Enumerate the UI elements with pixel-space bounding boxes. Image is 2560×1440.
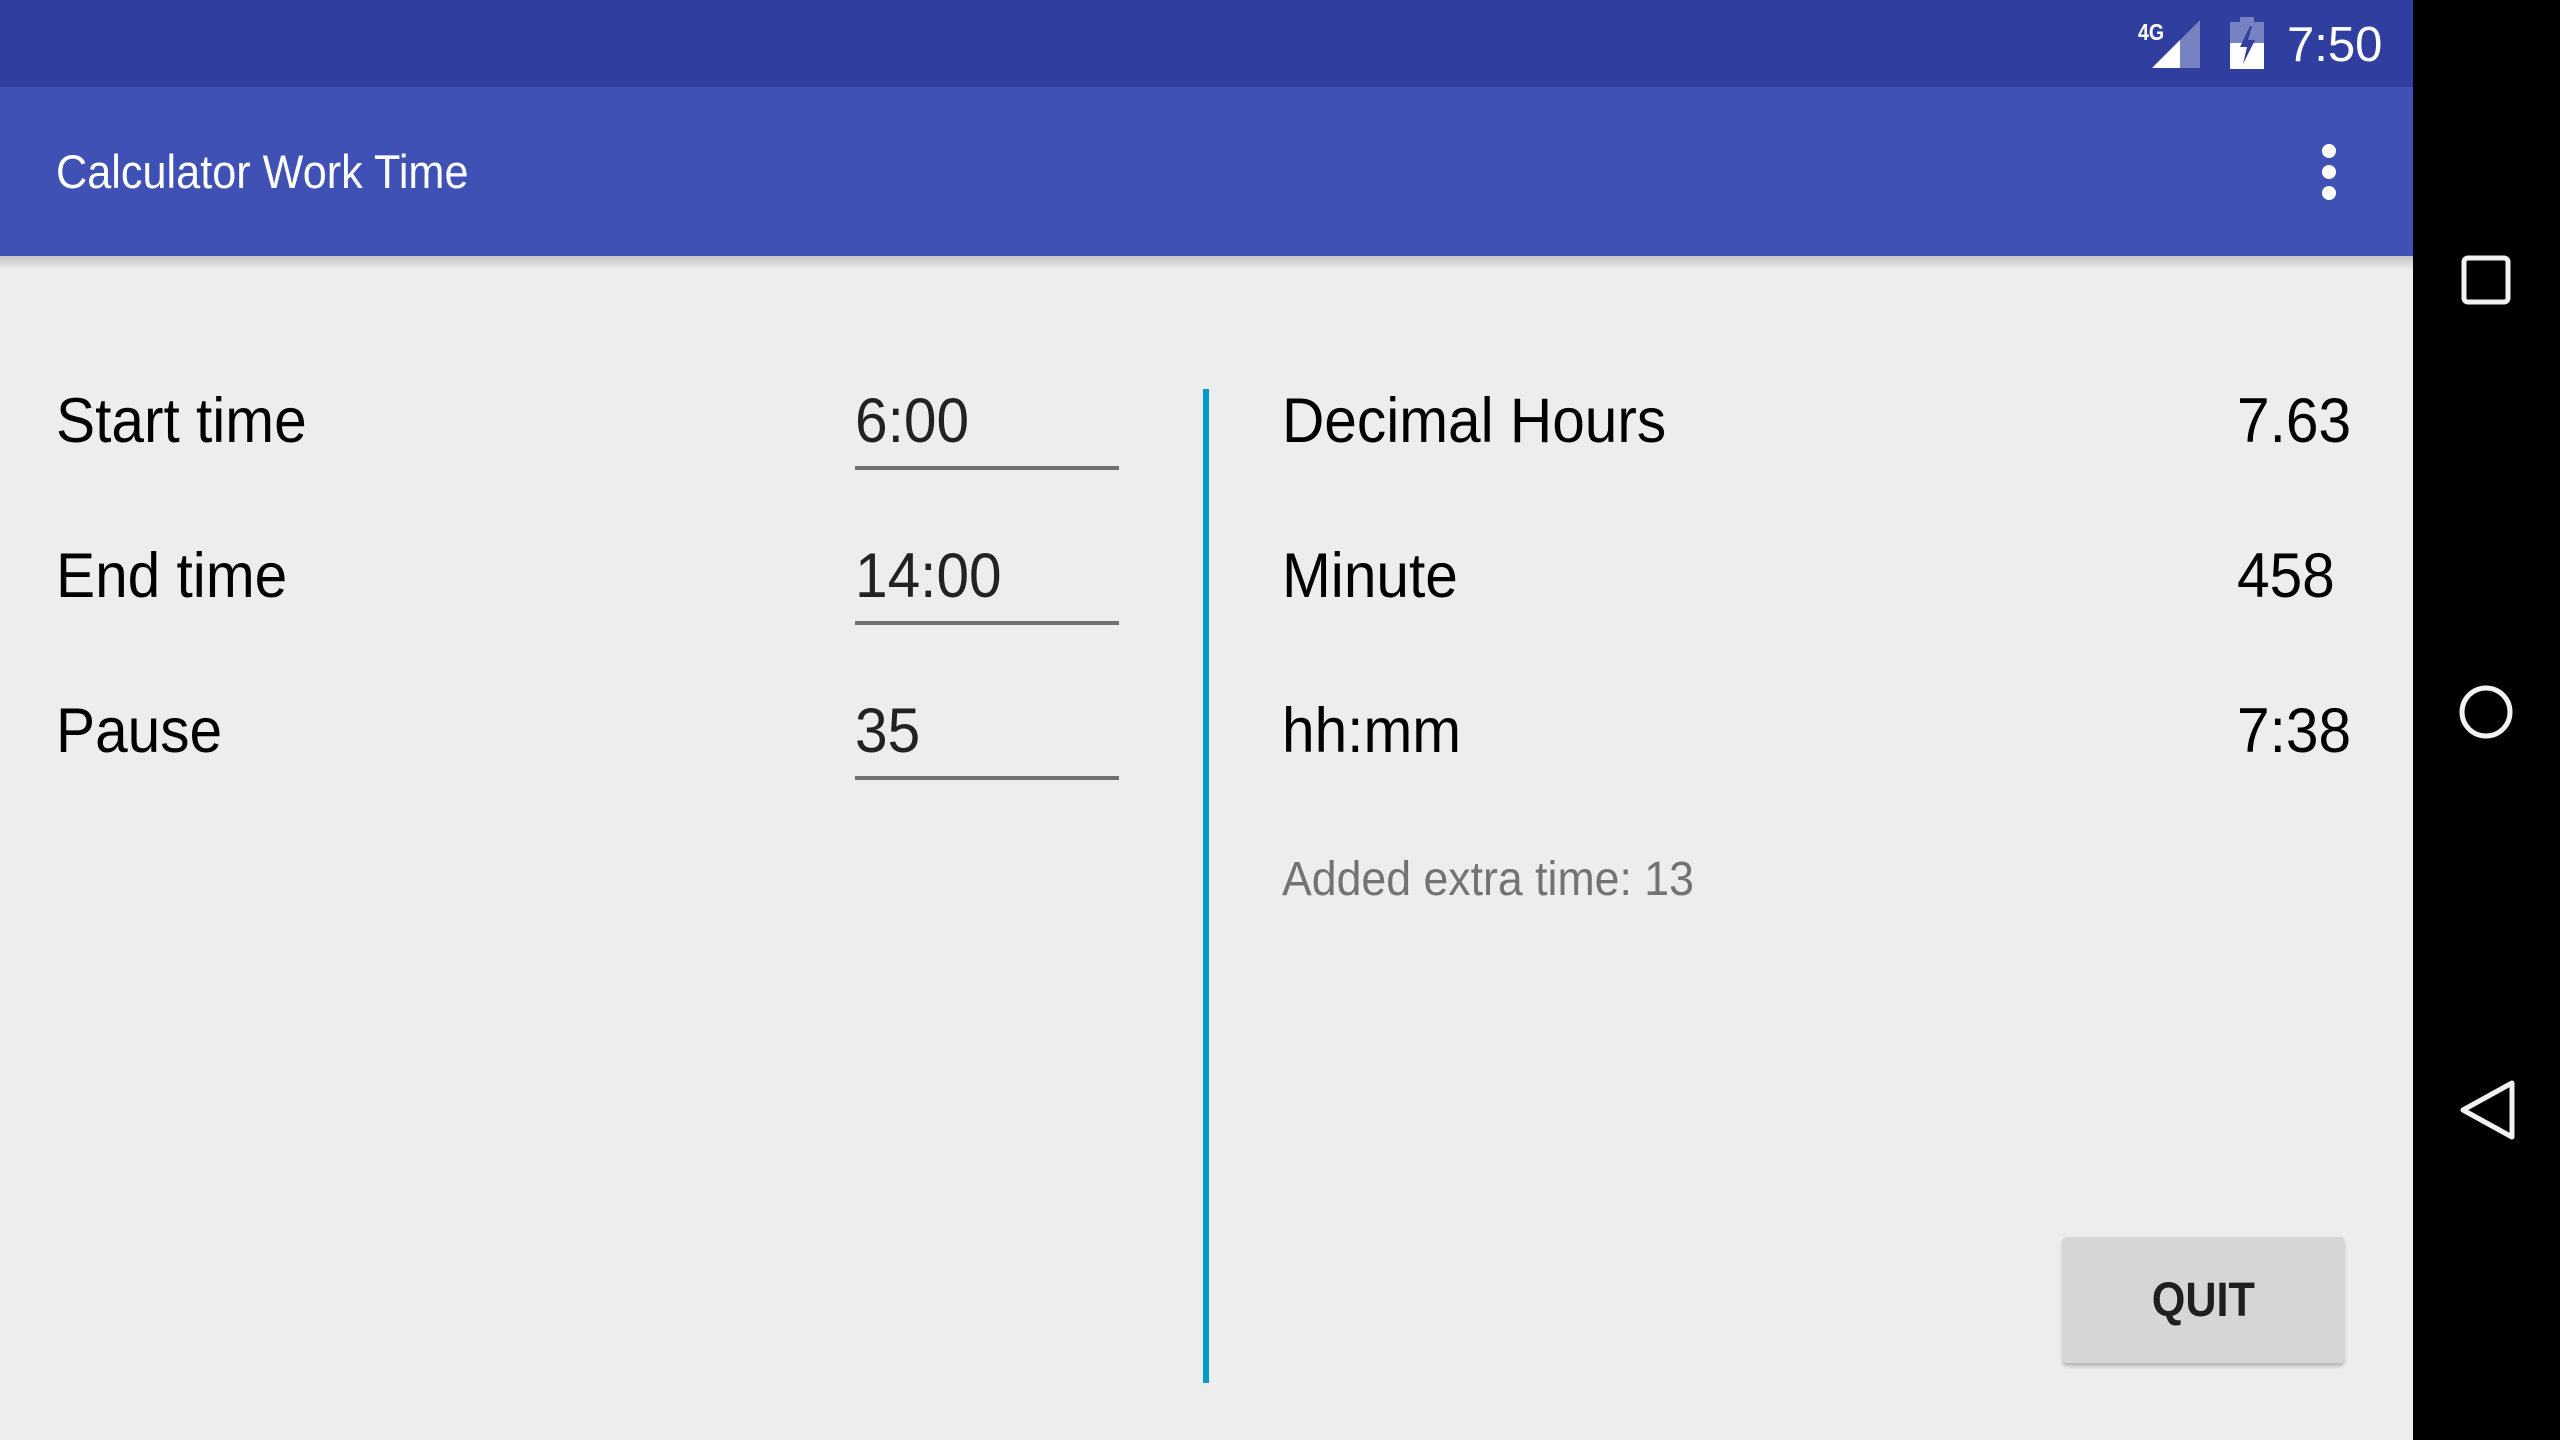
start-time-label: Start time xyxy=(56,386,307,456)
start-time-value[interactable]: 6:00 xyxy=(855,386,969,456)
back-icon[interactable] xyxy=(2456,1078,2518,1142)
quit-button[interactable]: QUIT xyxy=(2063,1237,2344,1363)
pause-underline xyxy=(855,776,1119,780)
clock: 7:50 xyxy=(2287,18,2383,72)
battery-charging-icon xyxy=(2230,17,2264,69)
end-time-label: End time xyxy=(56,541,288,611)
decimal-hours-value: 7.63 xyxy=(2237,386,2352,456)
vertical-divider xyxy=(1203,389,1209,1383)
start-time-input[interactable]: 6:00 xyxy=(855,386,1119,470)
quit-button-label: QUIT xyxy=(2151,1273,2256,1327)
hhmm-value: 7:38 xyxy=(2237,696,2352,766)
minute-value: 458 xyxy=(2237,541,2335,611)
pause-value[interactable]: 35 xyxy=(855,696,920,766)
hhmm-label: hh:mm xyxy=(1282,696,1462,766)
decimal-hours-label: Decimal Hours xyxy=(1282,386,1667,456)
end-time-underline xyxy=(855,621,1119,625)
more-vert-icon[interactable] xyxy=(2314,140,2344,206)
minute-label: Minute xyxy=(1282,541,1458,611)
toolbar-shadow xyxy=(0,256,2413,270)
signal-icon xyxy=(2152,20,2200,68)
pause-label: Pause xyxy=(56,696,223,766)
home-icon[interactable] xyxy=(2458,684,2514,740)
end-time-value[interactable]: 14:00 xyxy=(855,541,1002,611)
status-bar xyxy=(0,0,2413,87)
pause-input[interactable]: 35 xyxy=(855,696,1119,780)
end-time-input[interactable]: 14:00 xyxy=(855,541,1119,625)
start-time-underline xyxy=(855,466,1119,470)
extra-time-text: Added extra time: 13 xyxy=(1282,853,1694,906)
recents-icon[interactable] xyxy=(2460,254,2512,306)
app-title: Calculator Work Time xyxy=(56,145,469,198)
